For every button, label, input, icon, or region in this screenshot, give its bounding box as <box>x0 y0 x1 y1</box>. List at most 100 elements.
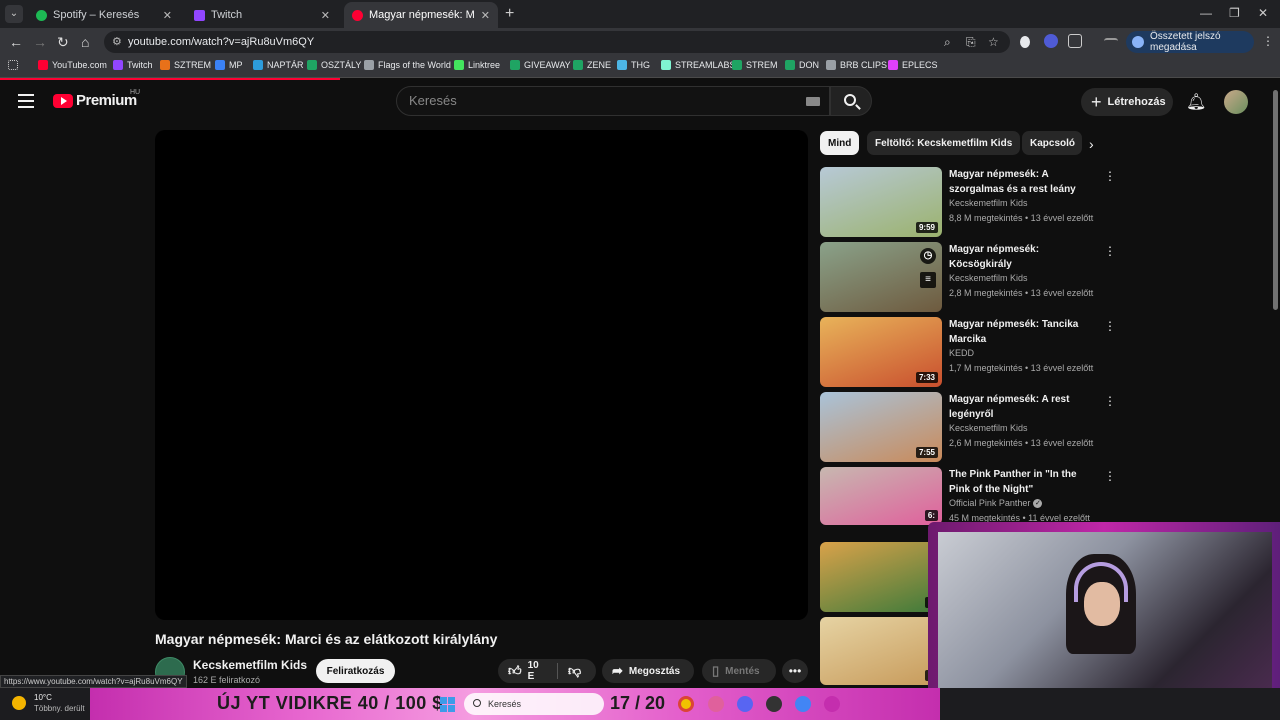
minimize-icon[interactable]: — <box>1200 6 1212 20</box>
reading-list-icon[interactable] <box>1104 38 1118 46</box>
recommendation-channel[interactable]: Kecskemetfilm Kids <box>949 273 1028 283</box>
close-icon[interactable]: ✕ <box>481 9 490 22</box>
keyboard-icon[interactable] <box>806 97 820 106</box>
yt-logo-text[interactable]: Premium <box>76 92 137 109</box>
bookmark-item[interactable]: YouTube.com <box>38 60 107 70</box>
bookmark-item[interactable]: EPLECS <box>888 60 938 70</box>
close-icon[interactable]: ✕ <box>163 9 172 22</box>
bookmark-item[interactable]: DON <box>785 60 819 70</box>
bookmark-item[interactable]: Flags of the World <box>364 60 451 70</box>
bookmark-item[interactable]: STREM <box>732 60 778 70</box>
recommendation-channel[interactable]: Kecskemetfilm Kids <box>949 423 1028 433</box>
extensions-puzzle-icon[interactable] <box>1068 34 1082 48</box>
video-thumbnail[interactable]: 9:59 <box>820 167 942 237</box>
home-icon[interactable]: ⌂ <box>81 34 89 50</box>
chevron-right-icon[interactable]: › <box>1089 136 1094 152</box>
recommendation-title[interactable]: The Pink Panther in "In the Pink of the … <box>949 467 1099 497</box>
bookmark-item[interactable]: GIVEAWAY <box>510 60 571 70</box>
browser-menu-icon[interactable]: ⋮ <box>1262 34 1274 48</box>
tab-twitch[interactable]: Twitch ✕ <box>186 2 338 28</box>
more-vert-icon[interactable]: ⋮ <box>1104 469 1116 483</box>
notifications-bell-icon[interactable]: 🔔︎ <box>1186 92 1206 112</box>
video-thumbnail[interactable]: 7: <box>820 617 942 685</box>
taskbar-search[interactable]: Keresés <box>464 693 604 715</box>
recommendation-item[interactable]: 6: The Pink Panther in "In the Pink of th… <box>820 467 1120 525</box>
video-thumbnail[interactable]: 7:33 <box>820 317 942 387</box>
forward-icon[interactable]: → <box>33 34 47 50</box>
video-thumbnail[interactable]: ◷ ≡ <box>820 242 942 312</box>
avatar[interactable] <box>1224 90 1248 114</box>
channel-name[interactable]: Kecskemetfilm Kids <box>193 658 307 672</box>
restore-icon[interactable]: ❐ <box>1229 6 1240 20</box>
recommendation-title[interactable]: Magyar népmesék: A szorgalmas és a rest … <box>949 167 1099 197</box>
save-button[interactable]: ▯ Mentés <box>702 659 776 683</box>
extension-drop-icon[interactable] <box>1020 36 1030 48</box>
recommendation-channel[interactable]: Official Pink Panther ✓ <box>949 498 1043 509</box>
youtube-logo-icon[interactable] <box>53 94 73 108</box>
video-thumbnail[interactable]: 7:55 <box>820 392 942 462</box>
share-button[interactable]: ➦ Megosztás <box>602 659 694 683</box>
cast-icon[interactable]: ⎘ <box>966 35 976 50</box>
subscribe-button[interactable]: Feliratkozás <box>316 659 395 683</box>
recommendation-channel[interactable]: KEDD <box>949 348 974 358</box>
chip-all[interactable]: Mind <box>820 131 860 155</box>
more-vert-icon[interactable]: ⋮ <box>1104 169 1116 183</box>
new-tab-icon[interactable]: + <box>505 5 514 23</box>
bookmark-item[interactable]: SZTREM <box>160 60 211 70</box>
recommendation-item[interactable]: 7:55 Magyar népmesék: A rest legényről Kec… <box>820 392 1120 462</box>
bookmark-item[interactable]: THG <box>617 60 650 70</box>
site-info-icon[interactable]: ⚙ <box>112 35 122 48</box>
reload-icon[interactable]: ↻ <box>57 34 69 51</box>
close-icon[interactable]: ✕ <box>321 9 330 22</box>
discord-icon[interactable] <box>737 696 753 712</box>
menu-icon[interactable] <box>18 94 34 108</box>
tab-search-button[interactable]: ⌄ <box>5 5 23 23</box>
recommendation-channel[interactable]: Kecskemetfilm Kids <box>949 198 1028 208</box>
like-button[interactable]: 👍︎ 10 E <box>498 659 558 683</box>
dislike-button[interactable]: 👎︎ <box>558 659 596 683</box>
bookmark-item[interactable]: MP <box>215 60 243 70</box>
chrome-icon[interactable] <box>678 696 694 712</box>
bookmark-item[interactable]: OSZTÁLY <box>307 60 361 70</box>
back-icon[interactable]: ← <box>9 34 23 50</box>
window-close-icon[interactable]: ✕ <box>1258 6 1268 20</box>
chrome-2-icon[interactable] <box>795 696 811 712</box>
bookmark-item[interactable]: STREAMLABS <box>661 60 736 70</box>
search-box[interactable] <box>396 86 830 116</box>
weather-widget[interactable]: 10°C Többny. derült <box>10 692 90 716</box>
chip-related[interactable]: Kapcsoló <box>1022 131 1082 155</box>
url-text[interactable]: youtube.com/watch?v=ajRu8uVm6QY <box>128 36 314 48</box>
bookmark-item[interactable]: Twitch <box>113 60 153 70</box>
bookmark-item[interactable]: BRB CLIPS <box>826 60 887 70</box>
video-player[interactable] <box>155 130 808 620</box>
password-pill[interactable]: Összetett jelszó megadása <box>1126 31 1254 53</box>
bookmark-star-icon[interactable]: ☆ <box>988 35 999 49</box>
bookmark-item[interactable]: Linktree <box>454 60 500 70</box>
watch-later-icon[interactable]: ◷ <box>920 248 936 264</box>
recommendation-title[interactable]: Magyar népmesék: Köcsögkirály <box>949 242 1099 272</box>
zoom-icon[interactable]: ⌕ <box>944 35 951 50</box>
tab-youtube-video[interactable]: Magyar népmesék: Marci és az ✕ <box>344 2 498 28</box>
more-vert-icon[interactable]: ⋮ <box>1104 394 1116 408</box>
bookmark-item[interactable]: ZENE <box>573 60 611 70</box>
video-thumbnail[interactable]: 6: <box>820 467 942 525</box>
more-vert-icon[interactable]: ⋮ <box>1104 244 1116 258</box>
recommendation-title[interactable]: Magyar népmesék: A rest legényről <box>949 392 1099 422</box>
apps-grid-icon[interactable] <box>8 60 18 70</box>
obs-icon[interactable] <box>766 696 782 712</box>
app-stream-icon[interactable] <box>824 696 840 712</box>
recommendation-item[interactable]: 7:33 Magyar népmesék: Tancika Marcika KEDD… <box>820 317 1120 387</box>
add-to-queue-icon[interactable]: ≡ <box>920 272 936 288</box>
recommendation-item[interactable]: 9:59 Magyar népmesék: A szorgalmas és a r… <box>820 167 1120 237</box>
create-button[interactable]: + Létrehozás <box>1081 88 1173 116</box>
recommendation-title[interactable]: Magyar népmesék: Tancika Marcika <box>949 317 1099 347</box>
more-actions-icon[interactable]: ••• <box>782 659 808 683</box>
video-thumbnail[interactable]: 7: <box>820 542 942 612</box>
omnibox[interactable]: ⚙ youtube.com/watch?v=ajRu8uVm6QY ⌕ ⎘ ☆ <box>104 31 1010 53</box>
windows-start-icon[interactable] <box>440 697 455 712</box>
recommendation-item[interactable]: ◷ ≡ Magyar népmesék: Köcsögkirály Kecskemet… <box>820 242 1120 312</box>
extension-circle-icon[interactable] <box>1044 34 1058 48</box>
bookmark-item[interactable]: NAPTÁR <box>253 60 304 70</box>
app-pink-icon[interactable] <box>708 696 724 712</box>
scroll-thumb[interactable] <box>1273 90 1278 310</box>
